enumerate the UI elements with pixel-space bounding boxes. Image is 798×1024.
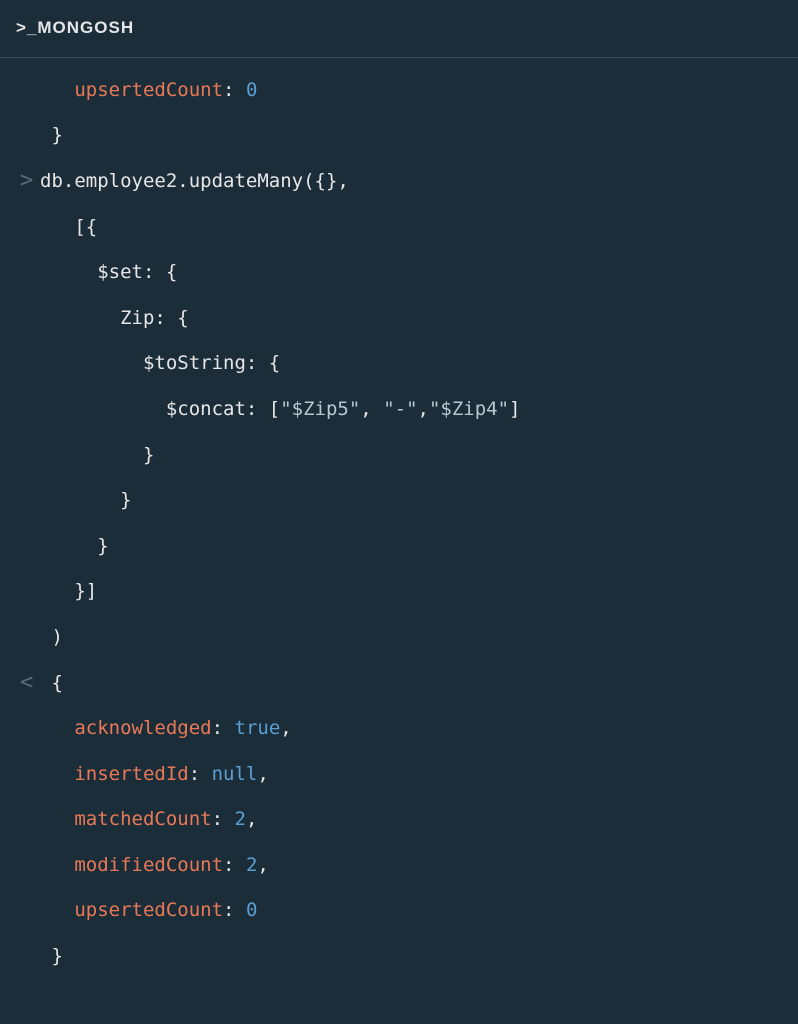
terminal-line: insertedId: null, [20, 752, 778, 798]
code-content: upsertedCount: 0 [40, 888, 778, 934]
token-plain: Zip: { [40, 307, 189, 329]
token-num: 2 [235, 808, 246, 830]
token-punct: { [40, 672, 63, 694]
terminal-line: ) [20, 615, 778, 661]
token-punct: } [40, 945, 63, 967]
terminal-line: $set: { [20, 250, 778, 296]
token-key: upsertedCount [74, 79, 223, 101]
terminal-line: >db.employee2.updateMany({}, [20, 159, 778, 205]
token-plain [40, 854, 74, 876]
token-num: 0 [246, 899, 257, 921]
code-content: }] [40, 569, 778, 615]
token-plain: $set: { [40, 261, 177, 283]
token-punct: : [189, 763, 212, 785]
prompt-input-icon: > [20, 159, 40, 203]
token-str: "$Zip4" [429, 398, 509, 420]
token-null: null [212, 763, 258, 785]
token-punct: : [223, 79, 246, 101]
token-plain: $toString: { [40, 352, 280, 374]
terminal-line: }] [20, 569, 778, 615]
token-punct: , [280, 717, 291, 739]
code-content: $toString: { [40, 341, 778, 387]
mongosh-header[interactable]: >_MONGOSH [0, 0, 798, 58]
token-bool: true [235, 717, 281, 739]
token-punct: } [40, 444, 154, 466]
terminal-output[interactable]: upsertedCount: 0 }>db.employee2.updateMa… [0, 58, 798, 990]
terminal-line: upsertedCount: 0 [20, 888, 778, 934]
token-plain: $concat: [ [40, 398, 280, 420]
code-content: $set: { [40, 250, 778, 296]
token-plain [40, 899, 74, 921]
code-content: { [40, 661, 778, 707]
code-content: Zip: { [40, 296, 778, 342]
code-content: $concat: ["$Zip5", "-","$Zip4"] [40, 387, 778, 433]
terminal-line: upsertedCount: 0 [20, 68, 778, 114]
terminal-line: } [20, 934, 778, 980]
token-punct: : [212, 717, 235, 739]
terminal-line: acknowledged: true, [20, 706, 778, 752]
token-punct: , [246, 808, 257, 830]
code-content: } [40, 524, 778, 570]
code-content: db.employee2.updateMany({}, [40, 159, 778, 205]
token-key: insertedId [74, 763, 188, 785]
code-content: insertedId: null, [40, 752, 778, 798]
code-content: } [40, 478, 778, 524]
terminal-line: modifiedCount: 2, [20, 843, 778, 889]
token-num: 0 [246, 79, 257, 101]
token-key: upsertedCount [74, 899, 223, 921]
code-content: } [40, 113, 778, 159]
code-content: } [40, 934, 778, 980]
token-punct: ] [509, 398, 520, 420]
token-punct: , [418, 398, 429, 420]
token-key: acknowledged [74, 717, 211, 739]
terminal-line: } [20, 524, 778, 570]
token-punct: }] [40, 580, 97, 602]
terminal-line: Zip: { [20, 296, 778, 342]
mongosh-title: >_MONGOSH [16, 8, 134, 49]
terminal-line: [{ [20, 205, 778, 251]
token-plain [40, 717, 74, 739]
token-key: matchedCount [74, 808, 211, 830]
terminal-line: } [20, 113, 778, 159]
token-key: modifiedCount [74, 854, 223, 876]
code-content: matchedCount: 2, [40, 797, 778, 843]
terminal-line: } [20, 478, 778, 524]
token-punct: ) [40, 626, 63, 648]
terminal-line: $concat: ["$Zip5", "-","$Zip4"] [20, 387, 778, 433]
code-content: modifiedCount: 2, [40, 843, 778, 889]
token-plain [40, 79, 74, 101]
code-content: [{ [40, 205, 778, 251]
code-content: } [40, 433, 778, 479]
token-num: 2 [246, 854, 257, 876]
token-punct: , [257, 763, 268, 785]
code-content: acknowledged: true, [40, 706, 778, 752]
prompt-output-icon: < [20, 661, 40, 705]
token-punct: } [40, 124, 63, 146]
terminal-line: < { [20, 661, 778, 707]
token-punct: , [360, 398, 383, 420]
token-punct: } [40, 489, 132, 511]
terminal-line: matchedCount: 2, [20, 797, 778, 843]
token-punct: : [212, 808, 235, 830]
code-content: upsertedCount: 0 [40, 68, 778, 114]
terminal-line: $toString: { [20, 341, 778, 387]
token-punct: : [223, 854, 246, 876]
token-cmd: db.employee2.updateMany({}, [40, 170, 349, 192]
token-plain [40, 763, 74, 785]
token-punct: : [223, 899, 246, 921]
token-punct: [{ [40, 216, 97, 238]
code-content: ) [40, 615, 778, 661]
token-str: "-" [383, 398, 417, 420]
token-str: "$Zip5" [280, 398, 360, 420]
terminal-line: } [20, 433, 778, 479]
token-plain [40, 808, 74, 830]
token-punct: } [40, 535, 109, 557]
token-punct: , [257, 854, 268, 876]
